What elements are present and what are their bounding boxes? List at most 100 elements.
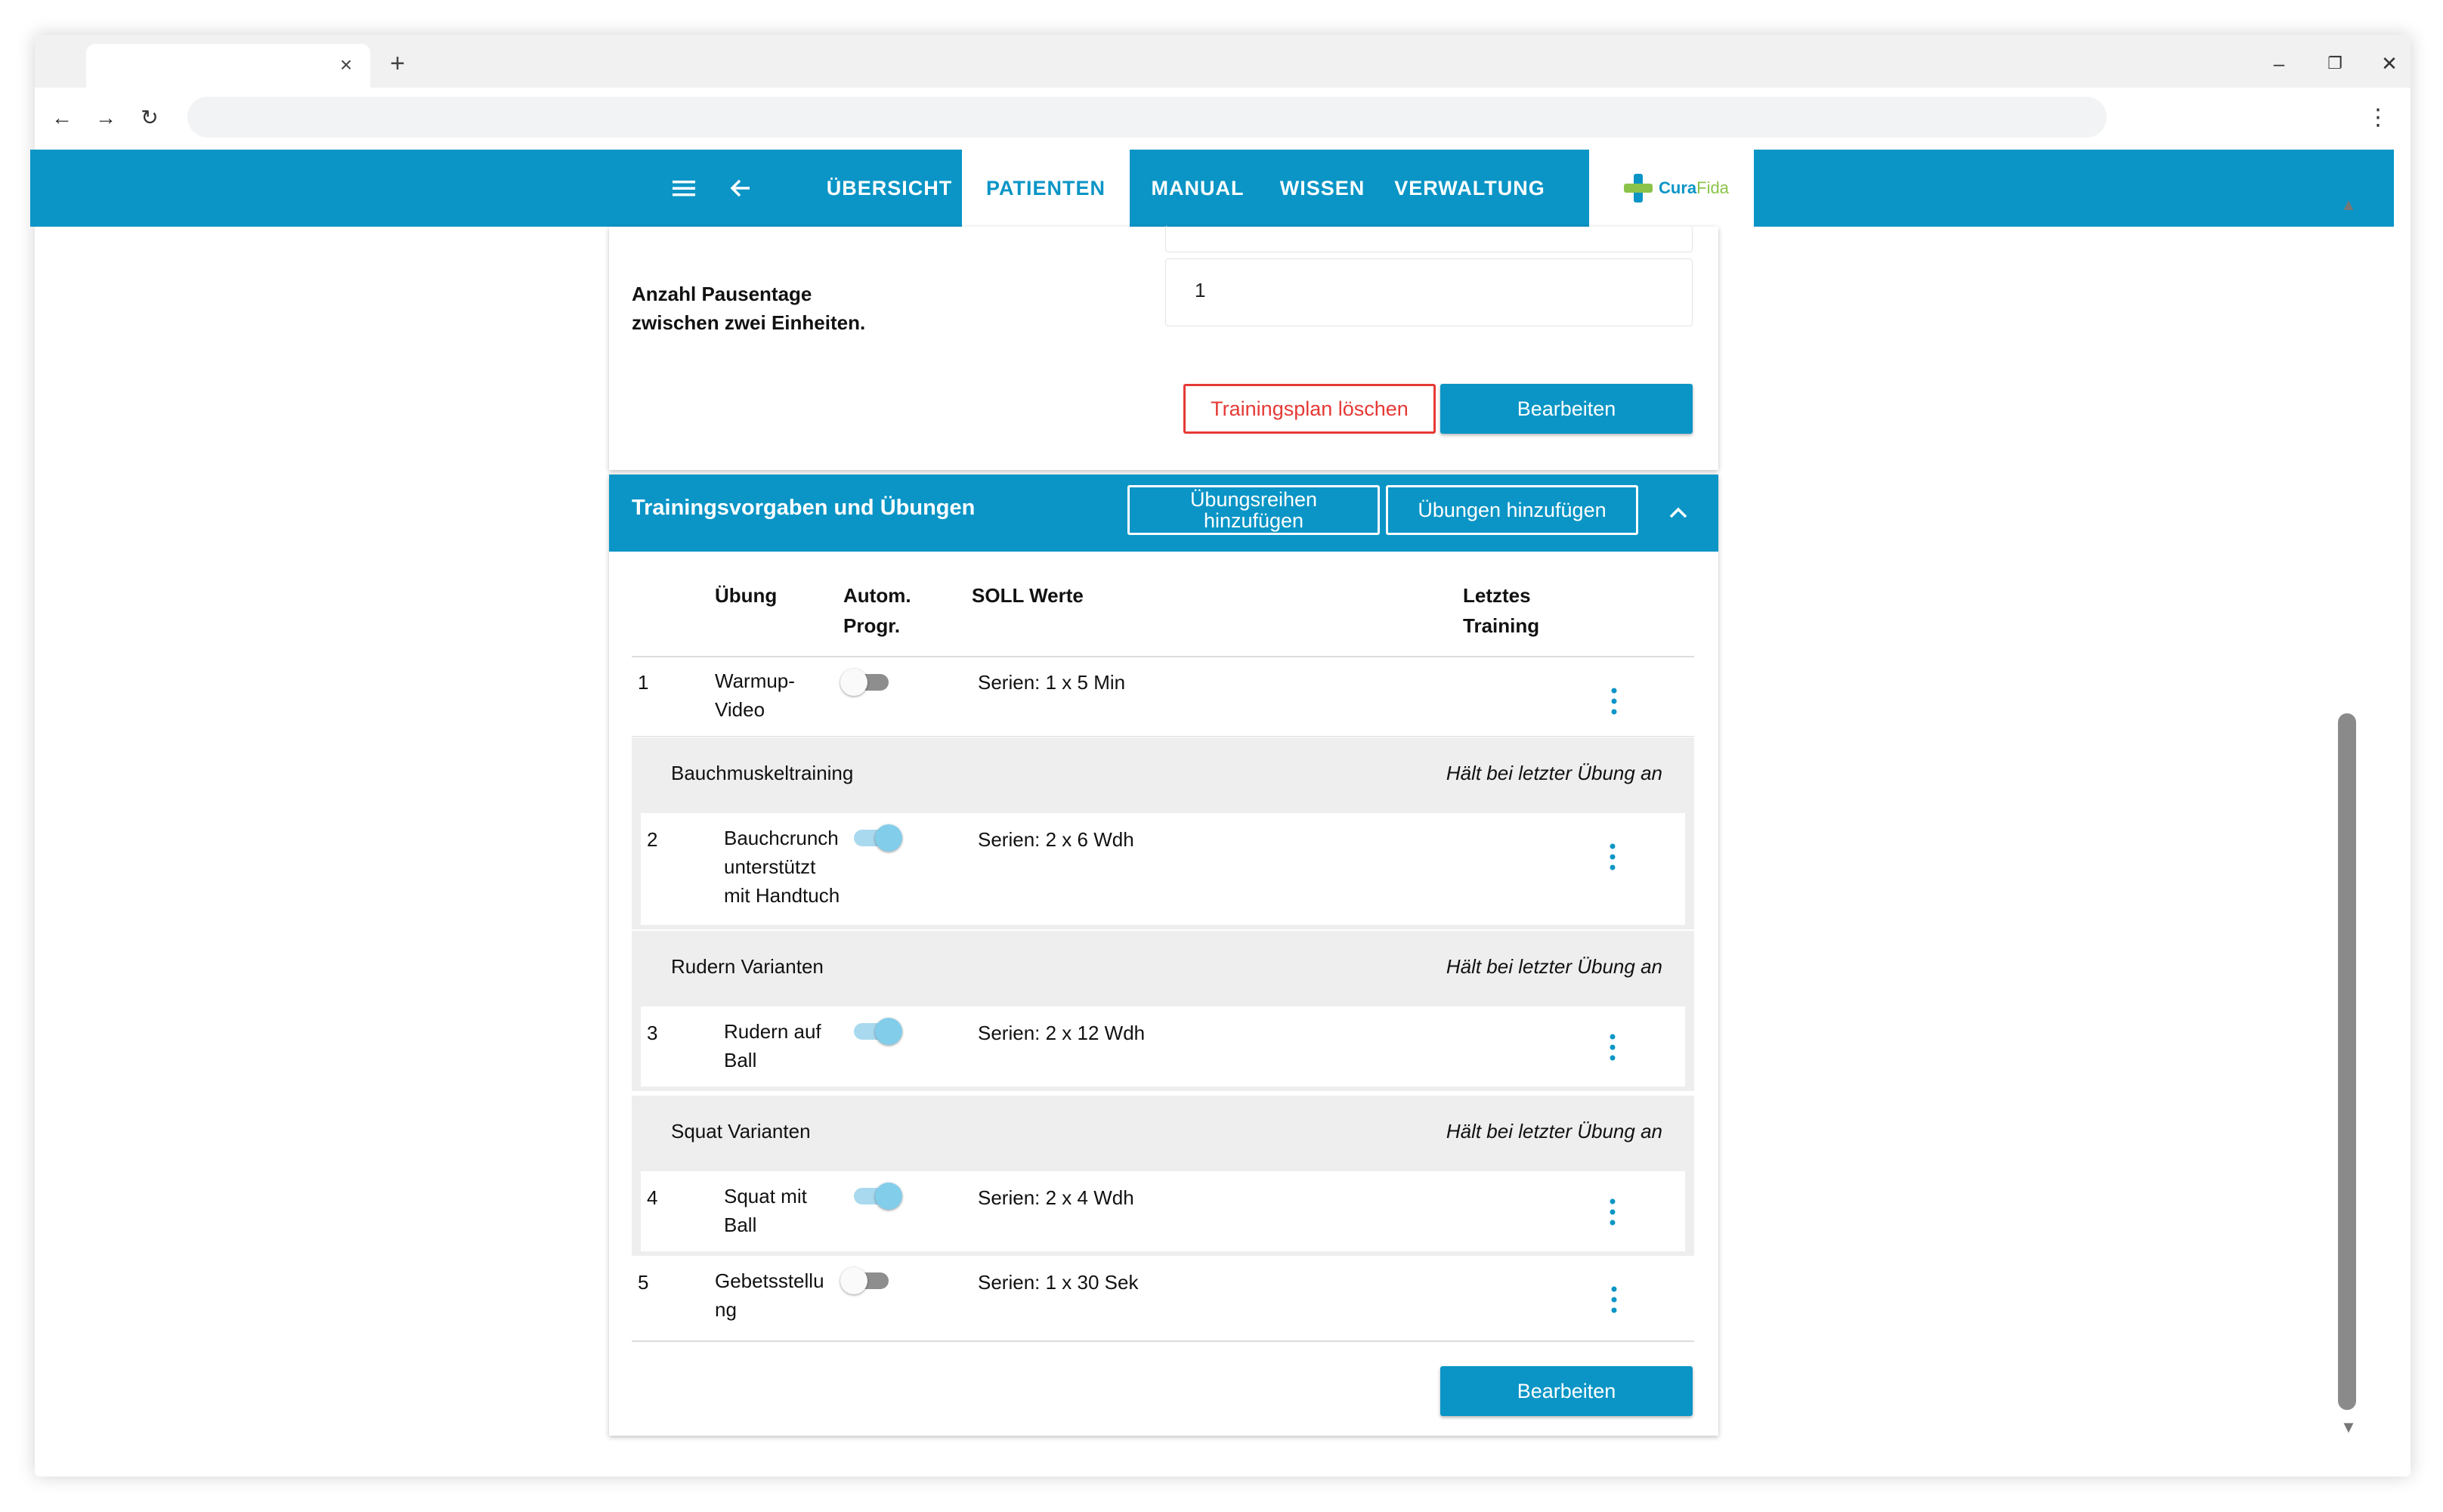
- row-number: 4: [647, 1186, 658, 1209]
- back-icon[interactable]: ←: [47, 103, 77, 133]
- restore-icon[interactable]: ❐: [2318, 47, 2352, 80]
- forward-icon[interactable]: →: [91, 103, 121, 133]
- exercise-group: Rudern Varianten Hält bei letzter Übung …: [632, 931, 1694, 1091]
- more-vert-icon[interactable]: [1605, 842, 1620, 872]
- more-vert-icon[interactable]: [1605, 1032, 1620, 1062]
- address-bar-row: ← → ↻ ⋮: [35, 88, 2411, 148]
- row-name-line1: Bauchcrunch: [724, 827, 839, 849]
- row-exercise-name[interactable]: Gebetsstellu ng: [715, 1266, 824, 1324]
- row-exercise-name[interactable]: Warmup- Video: [715, 666, 795, 724]
- scroll-up-icon[interactable]: ▲: [2337, 193, 2360, 216]
- cross-logo-icon: [1624, 174, 1653, 203]
- exercise-group: Squat Varianten Hält bei letzter Übung a…: [632, 1096, 1694, 1256]
- exercises-card: Trainingsvorgaben und Übungen Übungsreih…: [609, 475, 1718, 1436]
- exercise-group: Bauchmuskeltraining Hält bei letzter Übu…: [632, 737, 1694, 929]
- pause-days-field[interactable]: 1: [1165, 258, 1693, 326]
- edit-plan-button[interactable]: Bearbeiten: [1440, 384, 1693, 434]
- more-vert-icon[interactable]: [1605, 1197, 1620, 1227]
- minimize-icon[interactable]: –: [2262, 47, 2296, 80]
- row-divider: [632, 736, 1694, 737]
- browser-menu-icon[interactable]: ⋮: [2367, 103, 2389, 133]
- row-soll-value: Serien: 1 x 30 Sek: [978, 1271, 1139, 1294]
- chevron-up-icon[interactable]: [1661, 496, 1696, 530]
- back-arrow-icon[interactable]: [722, 169, 760, 207]
- pause-days-value: 1: [1195, 279, 1206, 301]
- row-number: 1: [638, 671, 649, 694]
- pause-days-label-line2: zwischen zwei Einheiten.: [632, 311, 866, 334]
- toggle-knob: [875, 824, 902, 852]
- row-name-line2: Video: [715, 698, 765, 721]
- new-tab-icon[interactable]: +: [381, 47, 414, 80]
- col-auto-prog-line1: Autom.: [843, 584, 911, 607]
- row-name-line1: Warmup-: [715, 669, 795, 692]
- row-number: 5: [638, 1271, 649, 1294]
- table-row: 2 Bauchcrunch unterstützt mit Handtuch S…: [641, 813, 1685, 925]
- add-exercises-button[interactable]: Übungen hinzufügen: [1386, 485, 1638, 535]
- auto-prog-toggle[interactable]: [840, 666, 893, 697]
- row-name-line2: ng: [715, 1298, 737, 1321]
- hamburger-menu-icon[interactable]: [665, 169, 703, 207]
- table-row: 4 Squat mit Ball Serien: 2 x 4 Wdh: [641, 1171, 1685, 1251]
- add-series-button[interactable]: Übungsreihen hinzufügen: [1127, 485, 1380, 535]
- group-note: Hält bei letzter Übung an: [1446, 762, 1662, 784]
- row-name-line3: mit Handtuch: [724, 884, 840, 907]
- nav-item-manual[interactable]: MANUAL: [1130, 150, 1266, 227]
- logo-text-accent: Fida: [1696, 178, 1729, 197]
- row-exercise-name[interactable]: Rudern auf Ball: [724, 1017, 821, 1074]
- more-vert-icon[interactable]: [1607, 1285, 1622, 1315]
- delete-plan-button[interactable]: Trainingsplan löschen: [1183, 384, 1436, 434]
- row-exercise-name[interactable]: Squat mit Ball: [724, 1182, 807, 1239]
- pause-days-label: Anzahl Pausentage zwischen zwei Einheite…: [632, 280, 865, 337]
- nav-item-wissen[interactable]: WISSEN: [1266, 150, 1379, 227]
- edit-exercises-button[interactable]: Bearbeiten: [1440, 1366, 1693, 1416]
- group-note: Hält bei letzter Übung an: [1446, 1120, 1662, 1143]
- group-title: Bauchmuskeltraining: [671, 762, 854, 784]
- auto-prog-toggle[interactable]: [849, 1180, 902, 1211]
- row-soll-value: Serien: 2 x 12 Wdh: [978, 1022, 1146, 1044]
- more-vert-icon[interactable]: [1607, 686, 1622, 716]
- row-soll-value: Serien: 2 x 6 Wdh: [978, 828, 1134, 851]
- toggle-knob: [875, 1018, 902, 1045]
- col-last-line1: Letztes: [1463, 584, 1531, 607]
- table-bottom-divider: [632, 1340, 1694, 1342]
- col-auto-prog: Autom. Progr.: [843, 580, 911, 641]
- nav-item-verwaltung[interactable]: VERWALTUNG: [1379, 150, 1560, 227]
- row-exercise-name[interactable]: Bauchcrunch unterstützt mit Handtuch: [724, 824, 840, 910]
- browser-tab[interactable]: ×: [86, 44, 370, 88]
- nav-item-uebersicht[interactable]: ÜBERSICHT: [802, 150, 976, 227]
- auto-prog-toggle[interactable]: [849, 822, 902, 852]
- col-auto-prog-line2: Progr.: [843, 614, 901, 637]
- col-soll: SOLL Werte: [972, 584, 1084, 607]
- auto-prog-toggle[interactable]: [840, 1265, 893, 1295]
- row-soll-value: Serien: 1 x 5 Min: [978, 671, 1126, 694]
- toggle-knob: [875, 1183, 902, 1210]
- tab-close-icon[interactable]: ×: [332, 51, 360, 79]
- reload-icon[interactable]: ↻: [135, 103, 165, 133]
- close-window-icon[interactable]: ✕: [2373, 47, 2406, 80]
- group-note: Hält bei letzter Übung an: [1446, 955, 1662, 978]
- toggle-knob: [840, 669, 867, 696]
- exercises-header: Trainingsvorgaben und Übungen Übungsreih…: [609, 475, 1718, 552]
- row-name-line1: Gebetsstellu: [715, 1269, 824, 1292]
- row-name-line2: unterstützt: [724, 855, 816, 878]
- logo-text: CuraFida: [1659, 178, 1729, 198]
- previous-field-box[interactable]: [1165, 225, 1693, 252]
- row-name-line1: Squat mit: [724, 1185, 807, 1207]
- row-number: 2: [647, 828, 658, 851]
- toggle-knob: [840, 1267, 867, 1294]
- curafida-logo[interactable]: CuraFida: [1589, 150, 1754, 227]
- table-row: 3 Rudern auf Ball Serien: 2 x 12 Wdh: [641, 1006, 1685, 1087]
- row-number: 3: [647, 1022, 658, 1044]
- exercises-title: Trainingsvorgaben und Übungen: [632, 496, 976, 520]
- pause-days-label-line1: Anzahl Pausentage: [632, 283, 812, 305]
- col-last-training: Letztes Training: [1463, 580, 1539, 641]
- scroll-down-icon[interactable]: ▼: [2337, 1416, 2360, 1439]
- col-exercise: Übung: [715, 584, 778, 607]
- row-name-line2: Ball: [724, 1214, 757, 1236]
- row-name-line2: Ball: [724, 1049, 757, 1071]
- scrollbar-thumb[interactable]: [2338, 713, 2356, 1410]
- url-input[interactable]: [187, 97, 2107, 138]
- logo-text-main: Cura: [1659, 178, 1697, 197]
- nav-item-patienten[interactable]: PATIENTEN: [962, 150, 1130, 227]
- auto-prog-toggle[interactable]: [849, 1016, 902, 1046]
